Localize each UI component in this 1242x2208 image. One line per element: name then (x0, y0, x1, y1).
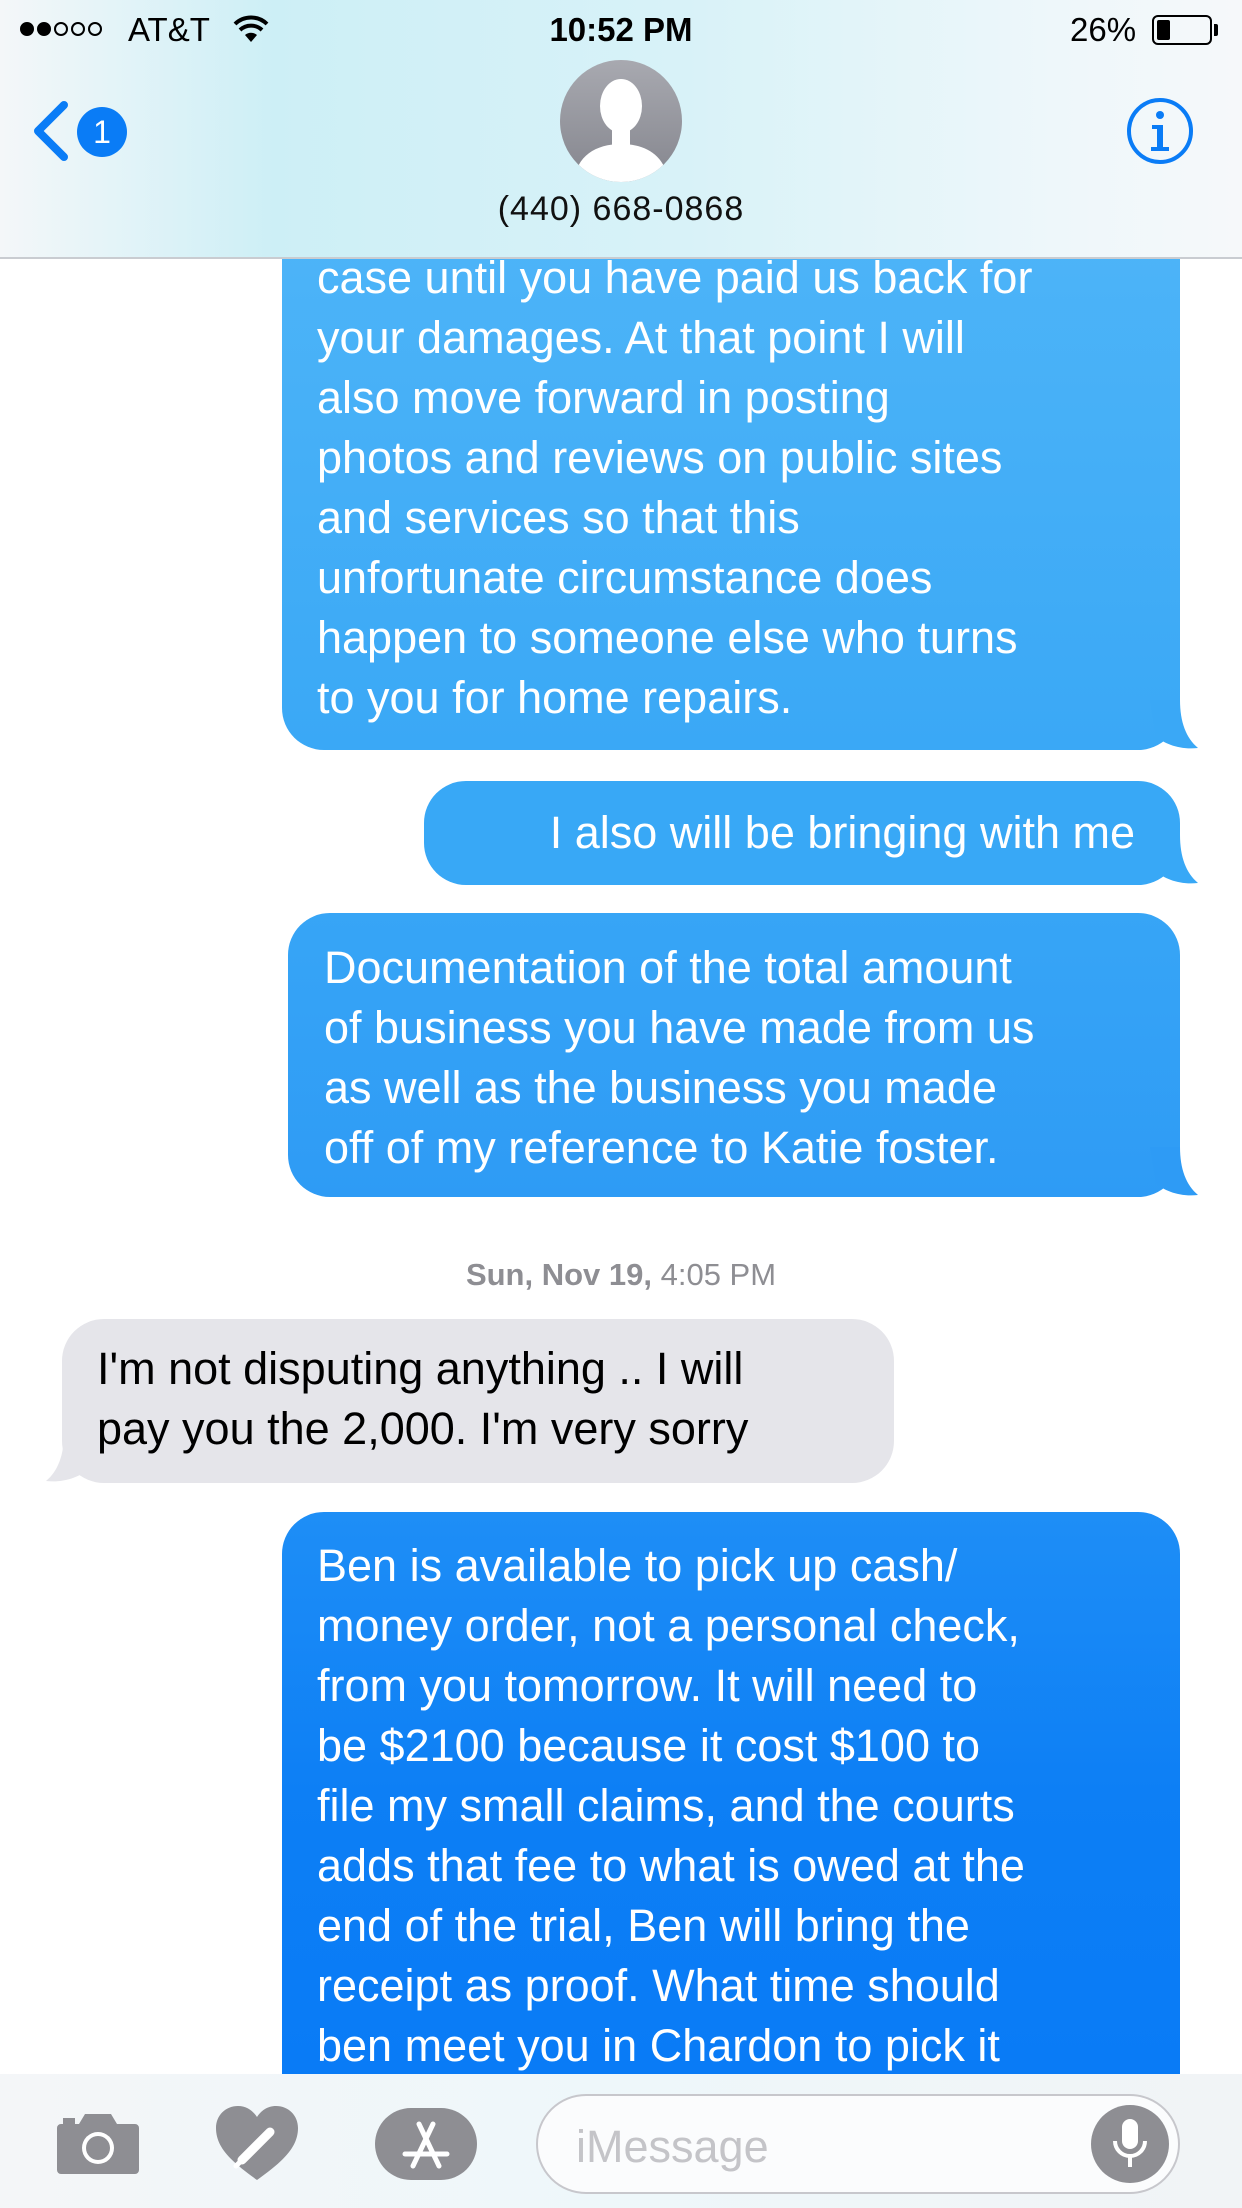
chevron-left-icon (34, 101, 68, 161)
info-icon[interactable] (1126, 97, 1194, 165)
camera-icon[interactable] (55, 2110, 141, 2176)
message-bubble-outgoing[interactable]: Documentation of the total amount of bus… (288, 913, 1180, 1197)
digital-touch-heart-icon[interactable] (212, 2104, 302, 2184)
microphone-icon (1113, 2119, 1147, 2167)
app-store-icon[interactable] (375, 2108, 477, 2180)
bubble-tail (1150, 835, 1198, 884)
navigation-header: AT&T 10:52 PM 26% 1 (440) 668-0868 (0, 0, 1242, 259)
message-bubble-outgoing[interactable]: I also will be bringing with me (424, 781, 1180, 885)
message-text: Documentation of the total amount of bus… (324, 942, 1035, 1173)
bubble-tail (1150, 700, 1198, 749)
message-text: I'm not disputing anything .. I will pay… (97, 1343, 749, 1454)
status-time: 10:52 PM (549, 11, 693, 48)
unread-count-badge: 1 (77, 107, 127, 157)
contact-name[interactable]: (440) 668-0868 (0, 190, 1242, 229)
message-list[interactable]: case until you have paid us back for you… (0, 257, 1242, 2074)
bubble-tail (1150, 1147, 1198, 1196)
message-input[interactable] (574, 2116, 1078, 2178)
compose-bar (0, 2074, 1242, 2208)
message-text: I also will be bringing with me (549, 807, 1135, 858)
message-bubble-outgoing[interactable]: Ben is available to pick up cash/ money … (282, 1512, 1180, 2074)
message-timestamp: Sun, Nov 19, 4:05 PM (465, 1257, 777, 1292)
message-bubble-outgoing[interactable]: case until you have paid us back for you… (282, 257, 1180, 750)
contact-avatar[interactable] (560, 60, 682, 182)
message-text: case until you have paid us back for you… (317, 257, 1033, 723)
back-button[interactable]: 1 (30, 95, 140, 165)
message-bubble-incoming[interactable]: I'm not disputing anything .. I will pay… (62, 1319, 894, 1483)
message-text: Ben is available to pick up cash/ money … (317, 1540, 1025, 2071)
status-bar: AT&T 10:52 PM 26% (0, 0, 1242, 60)
imessage-field[interactable] (536, 2094, 1180, 2194)
microphone-button[interactable] (1091, 2105, 1169, 2183)
battery-percent: 26% (1070, 11, 1137, 48)
battery-icon (1152, 15, 1212, 45)
bubble-tail (46, 1433, 94, 1482)
battery-tip (1214, 24, 1218, 36)
